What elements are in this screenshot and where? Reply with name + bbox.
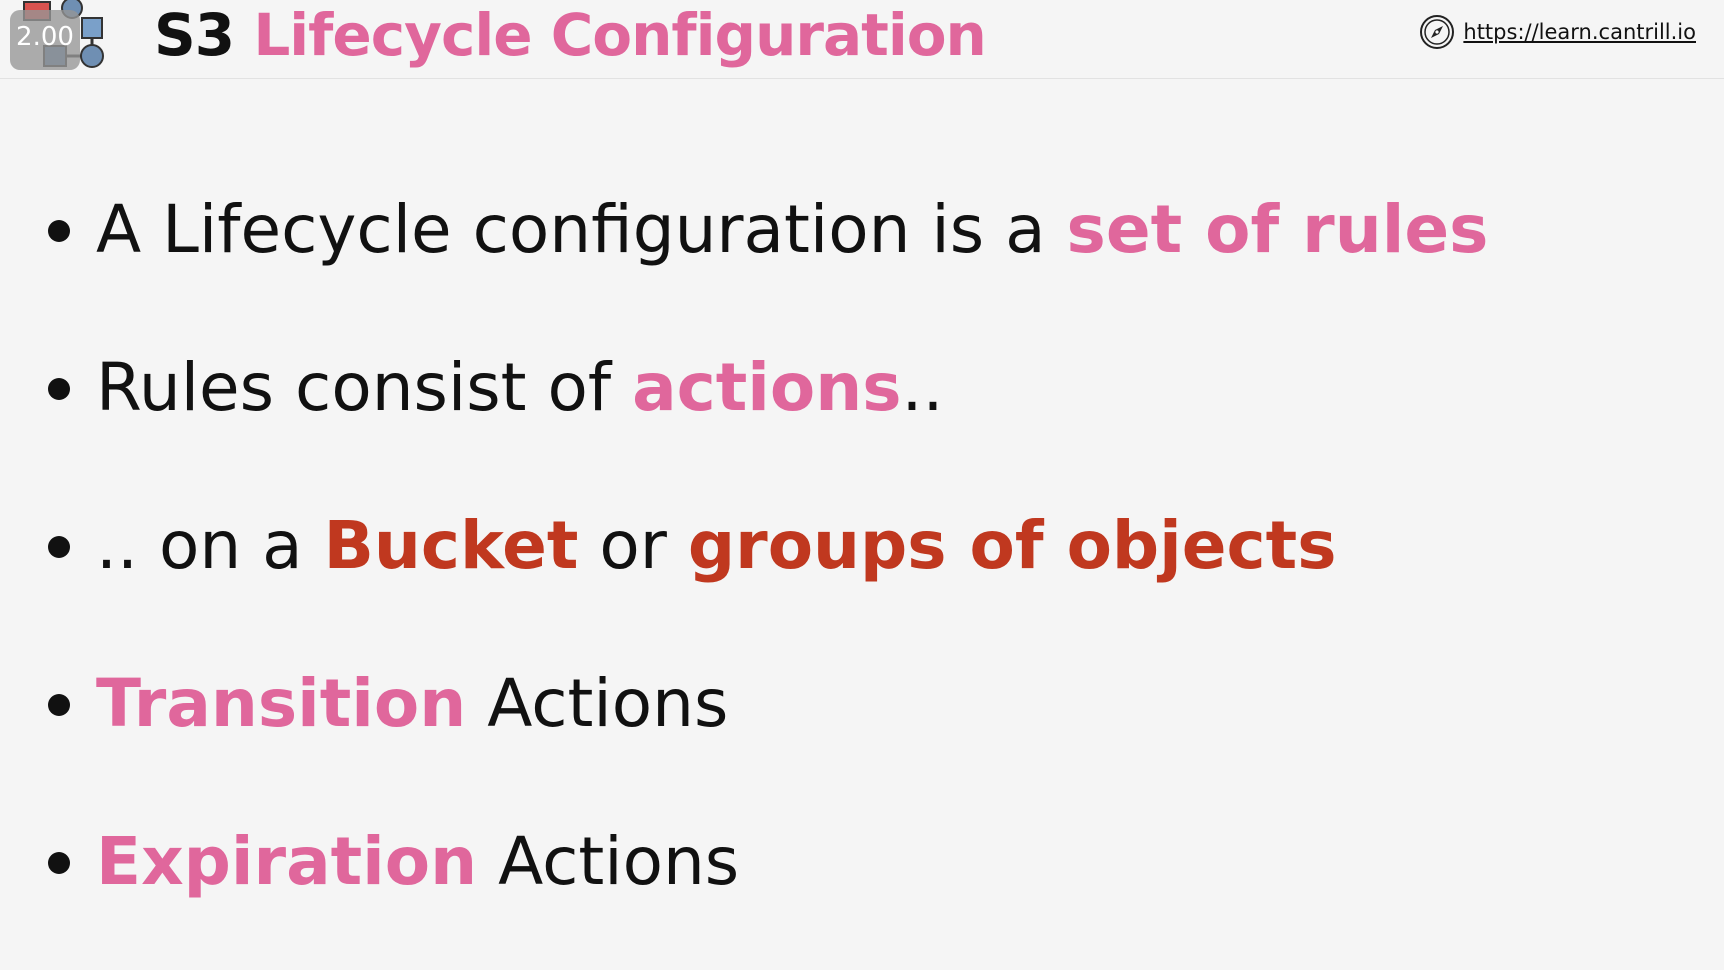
bullet-dot [48,694,70,716]
title-prefix: S3 [154,1,235,69]
bullet-text: Actions [477,823,740,900]
slide-header: 2.00 S3 Lifecycle Configuration https://… [0,0,1724,79]
bullet-highlight: actions [632,349,902,426]
bullet-text: .. [901,349,944,426]
bullet-highlight: groups of objects [687,507,1337,584]
bullet-highlight: Bucket [323,507,579,584]
bullet-text: or [578,507,688,584]
bullet-highlight: Transition [96,665,467,742]
bullet-text: .. on a [96,507,324,584]
bullet-item: Expiration Actions [48,812,1488,970]
bullet-dot [48,852,70,874]
bullet-item: Transition Actions [48,654,1488,812]
bullet-item: .. on a Bucket or groups of objects [48,496,1488,654]
slide-title: S3 Lifecycle Configuration [154,0,987,72]
title-rest: Lifecycle Configuration [253,1,987,69]
bullet-text: A Lifecycle configuration is a [96,191,1067,268]
bullet-list: A Lifecycle configuration is a set of ru… [48,180,1488,970]
bullet-dot [48,220,70,242]
bullet-dot [48,378,70,400]
bullet-item: A Lifecycle configuration is a set of ru… [48,180,1488,338]
bullet-highlight: Expiration [96,823,478,900]
site-link-group[interactable]: https://learn.cantrill.io [1419,14,1696,50]
playback-speed-badge[interactable]: 2.00 [10,10,80,70]
bullet-dot [48,536,70,558]
site-link[interactable]: https://learn.cantrill.io [1463,20,1696,44]
bullet-text: Actions [466,665,729,742]
bullet-highlight: set of rules [1066,191,1489,268]
bullet-text: Rules consist of [96,349,633,426]
compass-icon [1420,15,1455,49]
bullet-item: Rules consist of actions.. [48,338,1488,496]
